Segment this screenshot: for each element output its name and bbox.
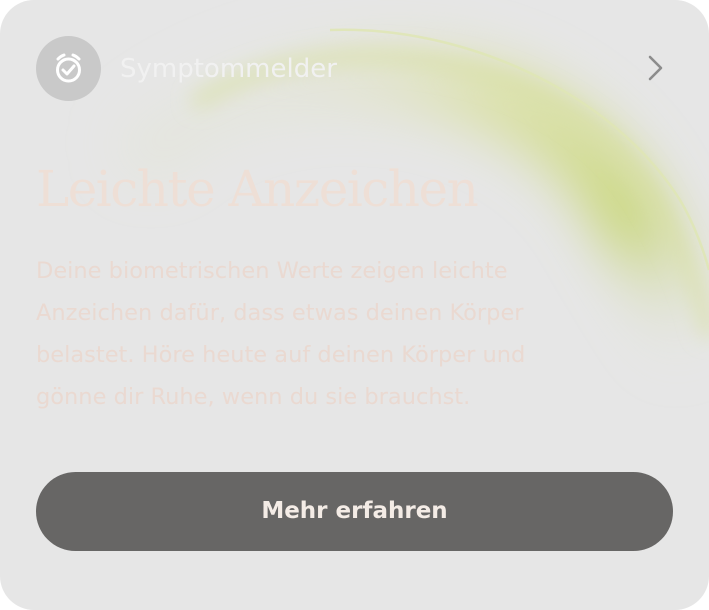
learn-more-button[interactable]: Mehr erfahren [36,472,673,551]
description-line: Deine biometrischen Werte zeigen leichte [36,258,508,284]
chevron-right-icon[interactable] [637,50,673,86]
description-line: belastet. Höre heute auf deinen Körper u… [36,342,526,368]
timer-check-icon [36,36,101,101]
description-line: gönne dir Ruhe, wenn du sie brauchst. [36,384,471,410]
description-line: Anzeichen dafür, dass etwas deinen Körpe… [36,300,524,326]
status-description: Deine biometrischen Werte zeigen leichte… [36,250,596,418]
header-title: Symptommelder [120,54,337,84]
status-headline: Leichte Anzeichen [36,160,479,218]
card-header[interactable]: Symptommelder [36,36,673,101]
learn-more-button-label: Mehr erfahren [261,498,448,524]
symptom-card[interactable]: Symptommelder Leichte Anzeichen Deine bi… [0,0,709,610]
